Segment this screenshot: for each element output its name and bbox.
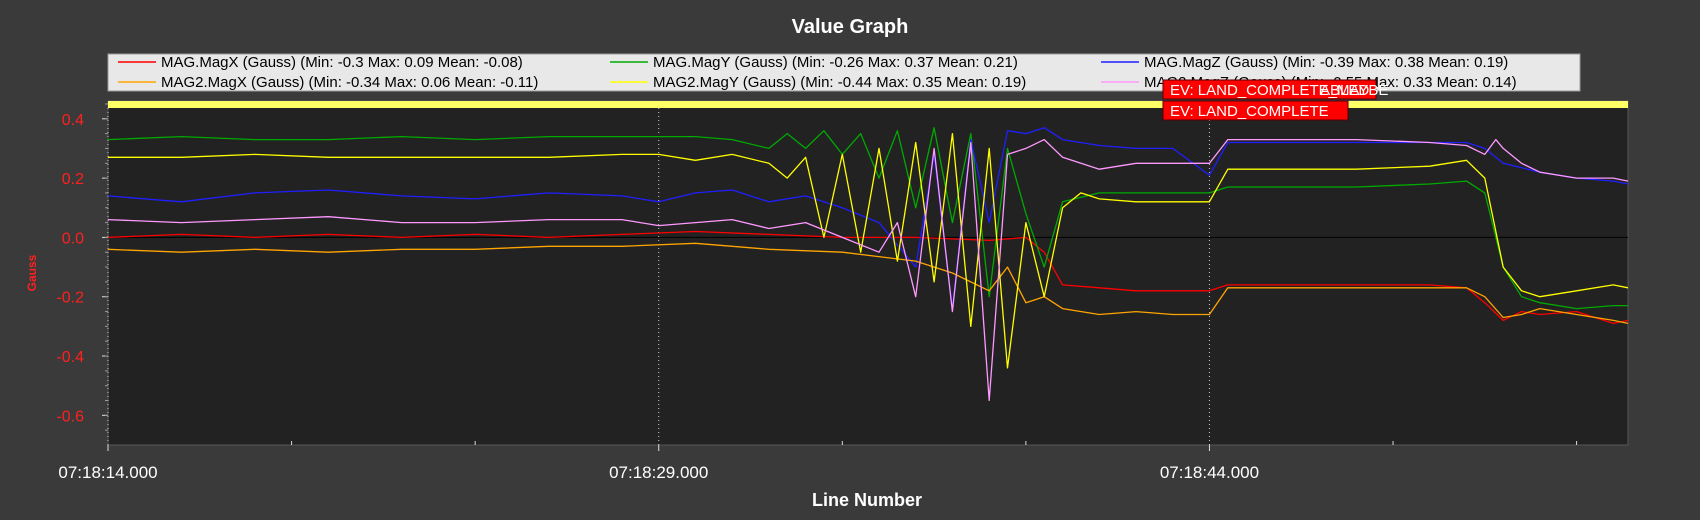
x-tick-label: 07:18:29.000	[609, 463, 708, 482]
value-graph-window: Value Graph MAG.MagX (Gauss) (Min: -0.3 …	[0, 0, 1700, 520]
chart-title: Value Graph	[792, 16, 909, 38]
legend-label-1: MAG.MagX (Gauss) (Min: -0.3 Max: 0.09 Me…	[161, 54, 523, 71]
y-tick-label: 0.0	[62, 230, 84, 247]
y-tick-label: -0.4	[56, 349, 84, 366]
legend-label-2: MAG.MagY (Gauss) (Min: -0.26 Max: 0.37 M…	[653, 54, 1018, 71]
x-tick-label: 07:18:14.000	[58, 463, 157, 482]
x-tick-label: 07:18:44.000	[1160, 463, 1259, 482]
y-tick-label: -0.6	[56, 408, 84, 425]
legend-label-4: MAG2.MagX (Gauss) (Min: -0.34 Max: 0.06 …	[161, 74, 538, 91]
event-land-complete-label: EV: LAND_COMPLETE	[1170, 103, 1329, 120]
y-tick-label: 0.2	[62, 171, 84, 188]
event-band	[108, 101, 1628, 108]
legend-label-3: MAG.MagZ (Gauss) (Min: -0.39 Max: 0.38 M…	[1144, 54, 1508, 71]
y-tick-label: -0.2	[56, 290, 84, 307]
x-axis-title: Line Number	[812, 490, 922, 510]
y-tick-label: 0.4	[62, 112, 84, 129]
y-axis-title: Gauss	[25, 254, 39, 291]
legend-label-5: MAG2.MagY (Gauss) (Min: -0.44 Max: 0.35 …	[653, 74, 1026, 91]
event-disabled-partial-label: ABLED	[1320, 82, 1369, 99]
value-graph-chart: Value Graph MAG.MagX (Gauss) (Min: -0.3 …	[0, 0, 1700, 520]
